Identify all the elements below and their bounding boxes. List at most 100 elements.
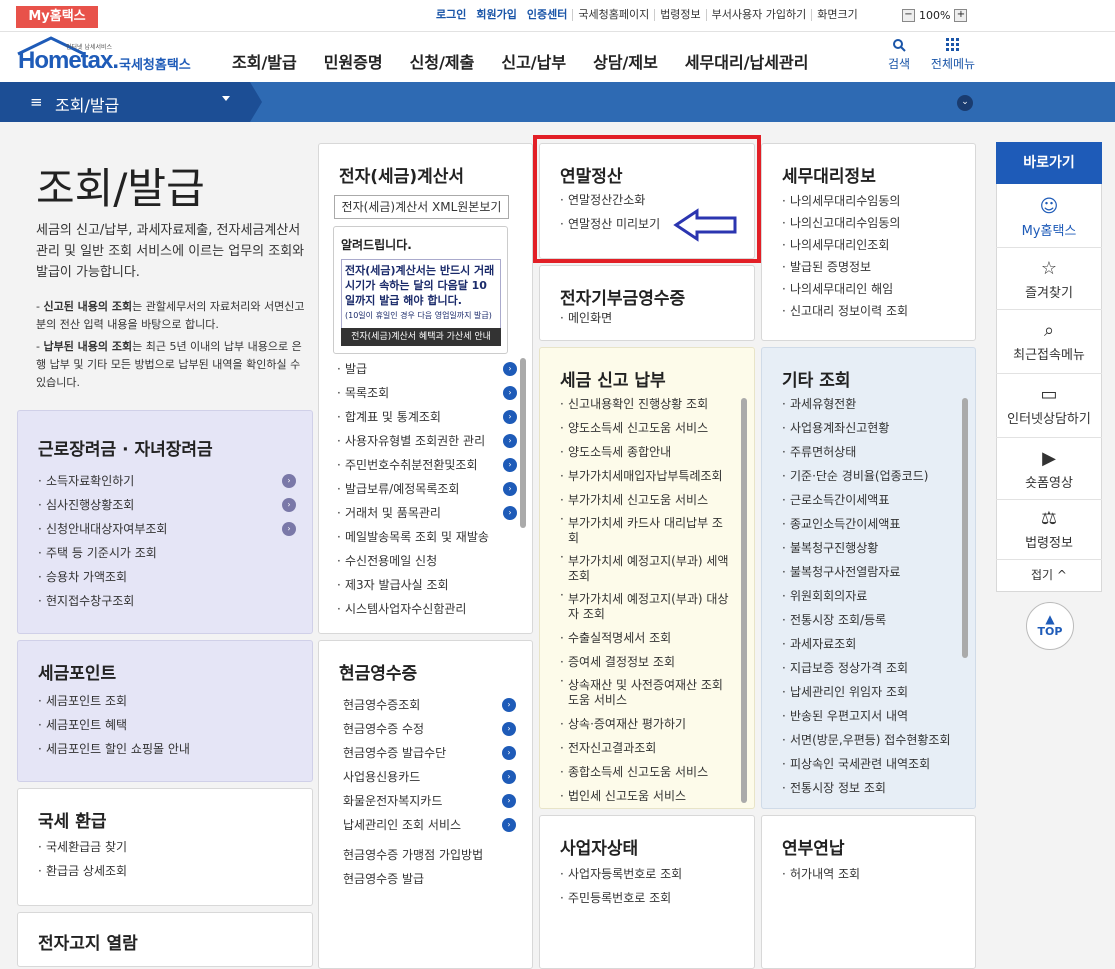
list-item[interactable]: 수신전용메일 신청 (337, 549, 517, 573)
xml-view-button[interactable]: 전자(세금)계산서 XML원본보기 (334, 195, 509, 219)
expand-circle-icon[interactable]: ⌄ (957, 95, 973, 111)
scroll-top-button[interactable]: ▲ TOP (1026, 602, 1074, 650)
quick-fold-button[interactable]: 접기 ^ (996, 562, 1102, 590)
list-item[interactable]: 사업용신용카드 › (343, 765, 516, 789)
gnb-report[interactable]: 신고/납부 (501, 49, 566, 73)
etc-scrollbar[interactable] (962, 398, 968, 658)
list-item[interactable]: 주민등록번호로 조회 (560, 886, 738, 910)
cert-center-link[interactable]: 인증센터 (522, 9, 572, 21)
signup-link[interactable]: 회원가입 (471, 9, 521, 21)
list-item[interactable]: 부가가치세 카드사 대리납부 조회 (560, 512, 732, 550)
list-item[interactable]: 세금포인트 혜택 (38, 713, 296, 737)
quick-consult[interactable]: ▭ 인터넷상담하기 (996, 376, 1102, 438)
login-link[interactable]: 로그인 (431, 9, 471, 21)
list-item[interactable]: 전자신고결과조회 (560, 736, 732, 760)
list-item[interactable]: 위원회회의자료 (782, 584, 963, 608)
list-item[interactable]: 납세관리인 조회 서비스 › (343, 813, 516, 837)
list-item[interactable]: 불복청구진행상황 (782, 536, 963, 560)
list-item[interactable]: 메일발송목록 조회 및 재발송 (337, 525, 517, 549)
list-item[interactable]: 허가내역 조회 (782, 862, 959, 886)
list-item[interactable]: 현금영수증 발급수단 › (343, 741, 516, 765)
list-item[interactable]: 주류면허상태 (782, 440, 963, 464)
list-item[interactable]: 기준·단순 경비율(업종코드) (782, 464, 963, 488)
list-item[interactable]: 사업용계좌신고현황 (782, 416, 963, 440)
list-item[interactable]: 현지접수창구조회 (38, 589, 296, 613)
list-item[interactable]: 현금영수증 발급 (343, 867, 516, 891)
list-item[interactable]: 증여세 결정정보 조회 (560, 650, 732, 674)
list-item[interactable]: 피상속인 국세관련 내역조회 (782, 752, 963, 776)
my-hometax-tab[interactable]: My홈택스 (16, 6, 98, 28)
list-item[interactable]: 발급된 증명정보 (782, 256, 959, 278)
list-item[interactable]: 주민번호수취분전환및조회 › (337, 453, 517, 477)
list-item[interactable]: 현금영수증 가맹점 가입방법 (343, 843, 516, 867)
list-item[interactable]: 전통시장 정보 조회 (782, 776, 963, 800)
list-item[interactable]: 종합소득세 신고도움 서비스 (560, 760, 732, 784)
list-item[interactable]: 신고내용확인 진행상황 조회 (560, 392, 732, 416)
list-item[interactable]: 나의세무대리인조회 (782, 234, 959, 256)
list-item[interactable]: 부가가치세 예정고지(부과) 대상자 조회 (560, 588, 732, 626)
list-item[interactable]: 부가가치세 신고도움 서비스 (560, 488, 732, 512)
list-item[interactable]: 과세자료조회 (782, 632, 963, 656)
zoom-out-button[interactable]: − (902, 9, 915, 22)
quick-recent[interactable]: ⌕ 최근접속메뉴 (996, 312, 1102, 374)
list-item[interactable]: 승용차 가액조회 (38, 565, 296, 589)
list-item[interactable]: 제3자 발급사실 조회 (337, 573, 517, 597)
quick-favorites[interactable]: ☆ 즐겨찾기 (996, 250, 1102, 310)
list-item[interactable]: 합계표 및 통계조회 › (337, 405, 517, 429)
list-item[interactable]: 사용자유형별 조회권한 관리 › (337, 429, 517, 453)
dept-signup-link[interactable]: 부서사용자 가입하기 (705, 9, 812, 21)
list-item[interactable]: 상속·증여재산 평가하기 (560, 712, 732, 736)
list-item[interactable]: 사업자등록번호로 조회 (560, 862, 738, 886)
zoom-in-button[interactable]: + (954, 9, 968, 22)
list-item[interactable]: 신청안내대상자여부조회 › (38, 517, 296, 541)
list-item[interactable]: 주택 등 기준시가 조회 (38, 541, 296, 565)
tax-scrollbar[interactable] (741, 398, 747, 803)
gnb-consult[interactable]: 상담/제보 (593, 49, 658, 73)
gnb-agent[interactable]: 세무대리/납세관리 (685, 49, 809, 73)
list-item[interactable]: 부가가치세 예정고지(부과) 세액조회 (560, 550, 732, 588)
list-item[interactable]: 수출실적명세서 조회 (560, 626, 732, 650)
list-item[interactable]: 발급 › (337, 357, 517, 381)
list-item[interactable]: 현금영수증조회 › (343, 693, 516, 717)
list-item[interactable]: 메인화면 (560, 306, 738, 330)
list-item[interactable]: 세금포인트 조회 (38, 689, 296, 713)
list-item[interactable]: 세금포인트 할인 쇼핑몰 안내 (38, 737, 296, 761)
quick-law[interactable]: ⚖ 법령정보 (996, 502, 1102, 560)
law-info-link[interactable]: 법령정보 (654, 9, 705, 21)
list-item[interactable]: 목록조회 › (337, 381, 517, 405)
list-item[interactable]: 과세유형전환 (782, 392, 963, 416)
list-item[interactable]: 전통시장 조회/등록 (782, 608, 963, 632)
nts-homepage-link[interactable]: 국세청홈페이지 (572, 9, 654, 21)
list-item[interactable]: 환급금 상세조회 (38, 859, 296, 883)
hometax-logo[interactable]: Hometax. (18, 47, 119, 75)
list-item[interactable]: 나의세무대리인 해임 (782, 278, 959, 300)
list-item[interactable]: 불복청구사전열람자료 (782, 560, 963, 584)
list-item[interactable]: 신고대리 정보이력 조회 (782, 300, 959, 322)
quick-shorts[interactable]: ▶ 숏폼영상 (996, 440, 1102, 500)
list-item[interactable]: 현금영수증 수정 › (343, 717, 516, 741)
benefit-guide-button[interactable]: 전자(세금)계산서 혜택과 가산세 안내 (341, 328, 501, 346)
gnb-inquiry[interactable]: 조회/발급 (232, 49, 297, 73)
list-item[interactable]: 화물운전자복지카드 › (343, 789, 516, 813)
all-menu-button[interactable]: 전체메뉴 (928, 38, 978, 72)
e-notice-box[interactable]: 전자고지 열람 (17, 912, 313, 967)
list-item[interactable]: 법인세 신고도움 서비스 (560, 784, 732, 808)
list-item[interactable]: 시스템사업자수신함관리 (337, 597, 517, 621)
list-item[interactable]: 지급보증 정상가격 조회 (782, 656, 963, 680)
list-item[interactable]: 종교인소득간이세액표 (782, 512, 963, 536)
list-item[interactable]: 양도소득세 종합안내 (560, 440, 732, 464)
list-item[interactable]: 양도소득세 신고도움 서비스 (560, 416, 732, 440)
list-item[interactable]: 납세관리인 위임자 조회 (782, 680, 963, 704)
gnb-apply[interactable]: 신청/제출 (410, 49, 475, 73)
list-item[interactable]: 근로소득간이세액표 (782, 488, 963, 512)
list-item[interactable]: 국세환급금 찾기 (38, 835, 296, 859)
quick-my-hometax[interactable]: ☺ My홈택스 (996, 190, 1102, 248)
chevron-down-icon[interactable] (222, 96, 230, 101)
list-item[interactable]: 발급보류/예정목록조회 › (337, 477, 517, 501)
list-item[interactable]: 서면(방문,우편등) 접수현황조회 (782, 728, 963, 752)
list-item[interactable]: 상속재산 및 사전증여재산 조회 도움 서비스 (560, 674, 732, 712)
list-item[interactable]: 나의신고대리수임동의 (782, 212, 959, 234)
list-item[interactable]: 심사진행상황조회 › (38, 493, 296, 517)
einvoice-scrollbar[interactable] (520, 358, 526, 528)
gnb-civil[interactable]: 민원증명 (324, 49, 383, 73)
